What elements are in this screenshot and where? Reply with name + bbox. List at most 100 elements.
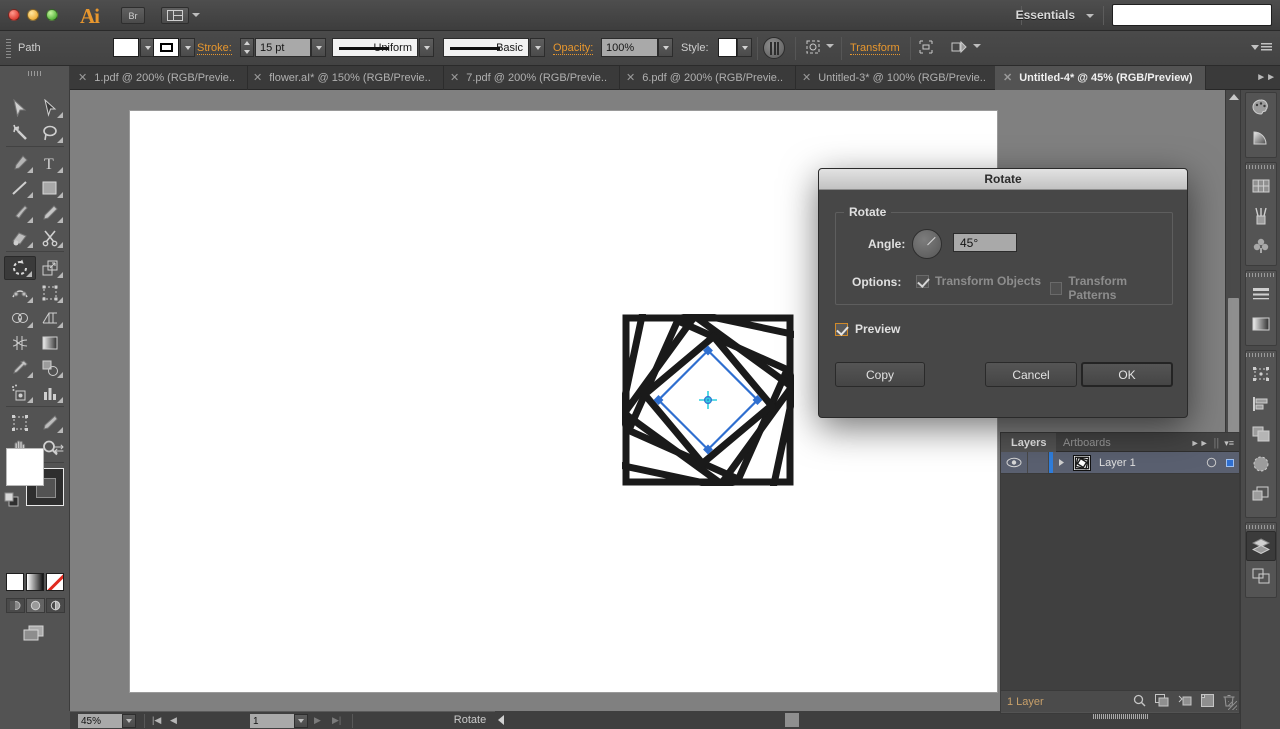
layer-lock-toggle[interactable] (1027, 452, 1049, 473)
transform-patterns-option[interactable]: Transform Patterns (1050, 274, 1172, 302)
tool-paintbrush[interactable] (4, 201, 36, 225)
zoom-window-button[interactable] (46, 9, 58, 21)
control-bar-flyout-menu[interactable] (1251, 43, 1272, 52)
tool-blob-brush[interactable] (4, 226, 36, 250)
color-button[interactable] (6, 573, 24, 591)
layer-selection-indicator[interactable] (1221, 458, 1239, 467)
drawing-mode-behind-icon[interactable] (26, 598, 45, 613)
artboard-number-dropdown[interactable] (294, 714, 308, 728)
collapse-panel-icon[interactable]: ►► (1191, 438, 1209, 448)
tabbar-collapse-icon[interactable]: ►► (1256, 72, 1276, 83)
panel-flyout-menu-icon[interactable]: ▾≡ (1224, 438, 1234, 449)
gradient-button[interactable] (26, 573, 44, 591)
tab-artboards[interactable]: Artboards (1053, 433, 1121, 452)
tool-column-graph[interactable] (34, 381, 66, 405)
tool-gradient[interactable] (34, 331, 66, 355)
layer-row[interactable]: Layer 1 (1001, 452, 1239, 474)
stroke-color-dropdown[interactable] (180, 38, 195, 57)
dock-group-grip-3[interactable] (1246, 351, 1276, 359)
swatches-panel-icon[interactable] (1246, 171, 1276, 201)
close-icon[interactable]: ✕ (1003, 72, 1012, 84)
next-artboard-button[interactable]: ▶ (314, 715, 321, 726)
drawing-mode-normal-icon[interactable] (6, 598, 25, 613)
stroke-profile-selector[interactable]: Uniform (332, 38, 418, 57)
transform-panel-link[interactable]: Transform (850, 42, 900, 55)
tool-slice[interactable] (34, 411, 66, 435)
panel-resize-grip[interactable] (1228, 701, 1237, 710)
scroll-up-icon[interactable] (1229, 94, 1239, 100)
change-screen-mode-icon[interactable] (18, 621, 50, 645)
tools-panel-grip[interactable] (28, 71, 42, 76)
stroke-color-swatch[interactable] (153, 38, 179, 57)
workspace-chevron-down-icon[interactable] (1086, 14, 1094, 18)
layer-visibility-toggle[interactable] (1001, 457, 1027, 468)
layer-name[interactable]: Layer 1 (1091, 457, 1201, 469)
default-fill-stroke-icon[interactable] (4, 492, 20, 511)
tool-blend[interactable] (34, 356, 66, 380)
control-bar-grip[interactable] (6, 39, 11, 58)
transform-panel-icon[interactable] (1246, 359, 1276, 389)
isolate-chevron-down-icon[interactable] (826, 44, 834, 48)
zoom-level-input[interactable]: 45% (78, 714, 122, 728)
stroke-panel-icon[interactable] (1246, 279, 1276, 309)
opacity-dropdown[interactable] (658, 38, 673, 57)
transform-patterns-checkbox[interactable] (1050, 281, 1063, 295)
tool-artboard[interactable] (4, 411, 36, 435)
workspace-switcher-label[interactable]: Essentials (1016, 8, 1075, 22)
opacity-mask-icon[interactable] (763, 37, 785, 59)
document-tab-5[interactable]: ✕ Untitled-3* @ 100% (RGB/Previe.. (794, 66, 999, 90)
close-window-button[interactable] (8, 9, 20, 21)
ok-button[interactable]: OK (1081, 362, 1173, 387)
arrange-chevron-down-icon[interactable] (192, 13, 200, 17)
transform-objects-checkbox[interactable] (916, 274, 929, 288)
angle-input[interactable]: 45° (953, 233, 1017, 252)
angle-dial[interactable] (912, 229, 942, 259)
brushes-panel-icon[interactable] (1246, 201, 1276, 231)
fill-color-box[interactable] (6, 448, 44, 486)
dock-group-grip-4[interactable] (1246, 523, 1276, 531)
align-to-selection-icon[interactable] (917, 39, 935, 57)
artwork-nested-squares-spiral[interactable] (606, 298, 810, 502)
tool-free-transform[interactable] (34, 281, 66, 305)
close-icon[interactable]: ✕ (253, 72, 262, 84)
brush-definition-dropdown[interactable] (530, 38, 545, 57)
zoom-level-dropdown[interactable] (122, 714, 136, 728)
stroke-weight-stepper[interactable] (240, 38, 254, 57)
last-artboard-button[interactable]: ▶| (332, 715, 341, 726)
go-to-bridge-button[interactable]: Br (121, 7, 145, 24)
create-new-layer-icon[interactable] (1201, 694, 1214, 710)
isolate-selected-object-icon[interactable] (805, 39, 823, 57)
search-input[interactable] (1112, 4, 1272, 26)
arrange-documents-button[interactable] (161, 7, 189, 24)
symbols-panel-icon[interactable] (1246, 231, 1276, 261)
create-new-sublayer-icon[interactable] (1178, 694, 1192, 710)
tool-selection[interactable] (4, 96, 36, 120)
close-icon[interactable]: ✕ (450, 72, 459, 84)
make-clipping-mask-icon[interactable] (1155, 694, 1169, 710)
tool-line-segment[interactable] (4, 176, 36, 200)
make-envelope-distort-icon[interactable] (950, 39, 968, 57)
horizontal-scroll-thumb[interactable] (785, 713, 799, 727)
tool-magic-wand[interactable] (4, 121, 36, 145)
tool-mesh[interactable] (4, 331, 36, 355)
layer-target-indicator[interactable] (1201, 457, 1221, 468)
layers-panel-bottom-grip[interactable] (1001, 713, 1241, 721)
tool-perspective-grid[interactable] (34, 306, 66, 330)
document-tab-1[interactable]: ✕ 1.pdf @ 200% (RGB/Previe.. (70, 66, 249, 90)
locate-object-icon[interactable] (1133, 694, 1146, 710)
fill-color-swatch[interactable] (113, 38, 139, 57)
tool-eyedropper[interactable] (4, 356, 36, 380)
stroke-weight-dropdown[interactable] (311, 38, 326, 57)
appearance-panel-icon[interactable] (1246, 479, 1276, 509)
none-button[interactable] (46, 573, 64, 591)
close-icon[interactable]: ✕ (626, 72, 635, 84)
align-panel-icon[interactable] (1246, 389, 1276, 419)
cancel-button[interactable]: Cancel (985, 362, 1077, 387)
opacity-input[interactable]: 100% (601, 38, 658, 57)
preview-checkbox[interactable] (835, 322, 848, 336)
minimize-window-button[interactable] (27, 9, 39, 21)
document-tab-2[interactable]: ✕ flower.aI* @ 150% (RGB/Previe.. (245, 66, 444, 90)
scroll-left-icon[interactable] (498, 715, 504, 725)
tool-rectangle[interactable] (34, 176, 66, 200)
layers-panel-icon[interactable] (1246, 531, 1276, 561)
